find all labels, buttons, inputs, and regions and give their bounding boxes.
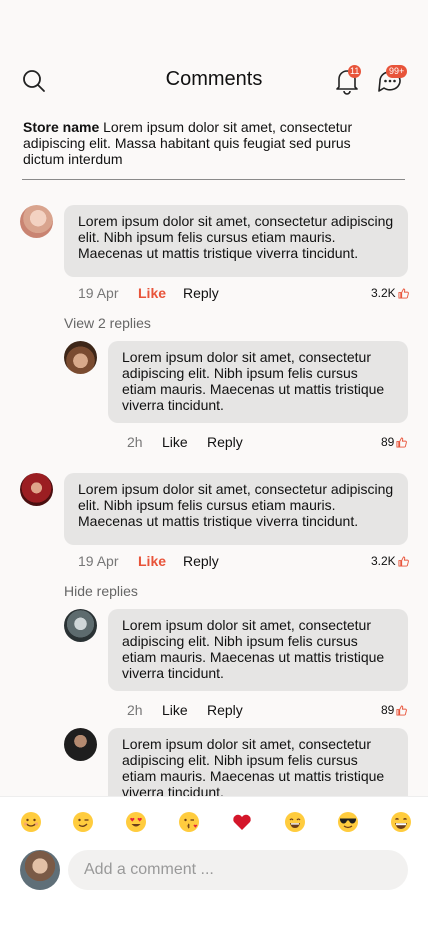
comment-composer: [0, 796, 428, 927]
like-button[interactable]: Like: [162, 434, 188, 450]
heart-eyes-face-icon[interactable]: [125, 811, 147, 833]
avatar[interactable]: [64, 728, 97, 761]
like-count: 89: [381, 435, 408, 449]
thumbs-up-icon: [398, 287, 409, 299]
comment-date: 19 Apr: [78, 285, 118, 301]
reply-date: 2h: [127, 434, 143, 450]
divider: [22, 179, 405, 180]
thumbs-up-icon: [396, 436, 408, 448]
like-button[interactable]: Like: [138, 285, 166, 301]
like-button[interactable]: Like: [138, 553, 166, 569]
store-description: Store name Lorem ipsum dolor sit amet, c…: [23, 119, 373, 167]
reply-button[interactable]: Reply: [207, 434, 243, 450]
reply-bubble: Lorem ipsum dolor sit amet, consectetur …: [108, 609, 408, 691]
grinning-face-icon[interactable]: [284, 811, 306, 833]
like-count: 3.2K: [371, 554, 409, 568]
reply-date-text: 2h: [127, 434, 143, 450]
comment-date-text: 19 Apr: [78, 553, 119, 569]
winking-face-icon[interactable]: [72, 811, 94, 833]
reply-date-text: 2h: [127, 702, 143, 718]
avatar[interactable]: [20, 473, 53, 506]
comment-bubble: Lorem ipsum dolor sit amet, consectetur …: [64, 205, 408, 277]
kissing-face-icon[interactable]: [178, 811, 200, 833]
notifications-button[interactable]: 11: [333, 65, 362, 96]
beaming-face-icon[interactable]: [390, 811, 412, 833]
reply-bubble: Lorem ipsum dolor sit amet, consectetur …: [108, 341, 408, 423]
avatar[interactable]: [20, 205, 53, 238]
view-replies-toggle[interactable]: View 2 replies: [64, 315, 151, 331]
red-heart-icon[interactable]: [231, 811, 253, 833]
store-name: Store name: [23, 119, 100, 135]
like-button[interactable]: Like: [162, 702, 188, 718]
comment-input[interactable]: [68, 850, 408, 890]
like-count-text: 3.2K: [371, 286, 396, 300]
reply-button[interactable]: Reply: [183, 285, 219, 301]
sunglasses-face-icon[interactable]: [337, 811, 359, 833]
comment-date-text: 19 Apr: [78, 285, 119, 301]
comment-date: 19 Apr: [78, 553, 118, 569]
like-count-text: 89: [381, 435, 395, 449]
like-count-text: 89: [381, 703, 395, 717]
top-bar: Comments 11 99+: [0, 62, 428, 100]
avatar[interactable]: [64, 609, 97, 642]
reply-button[interactable]: Reply: [207, 702, 243, 718]
hide-replies-toggle[interactable]: Hide replies: [64, 583, 138, 599]
like-count: 89: [381, 703, 408, 717]
user-avatar[interactable]: [20, 850, 60, 890]
thumbs-up-icon: [396, 704, 408, 716]
smiling-face-icon[interactable]: [20, 811, 42, 833]
avatar[interactable]: [64, 341, 97, 374]
messages-button[interactable]: 99+: [376, 65, 408, 96]
reply-button[interactable]: Reply: [183, 553, 219, 569]
reply-date: 2h: [127, 702, 143, 718]
emoji-bar: [0, 811, 428, 837]
like-count-text: 3.2K: [371, 554, 396, 568]
page-title: Comments: [165, 68, 263, 90]
message-badge: 99+: [386, 65, 408, 78]
like-count: 3.2K: [371, 286, 409, 300]
thumbs-up-icon: [398, 555, 409, 567]
comment-bubble: Lorem ipsum dolor sit amet, consectetur …: [64, 473, 408, 545]
